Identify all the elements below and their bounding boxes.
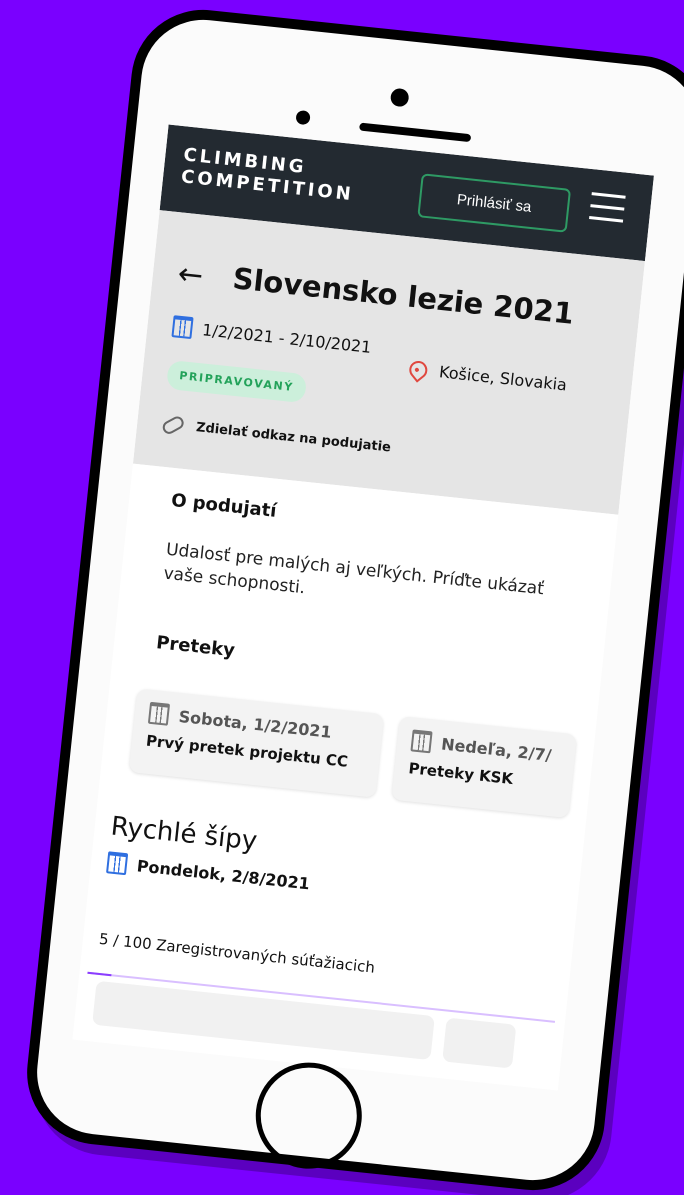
featured-race-date: Pondelok, 2/8/2021 [136,855,311,893]
link-icon [160,414,186,437]
event-title: Slovensko lezie 2021 [231,261,576,331]
phone-screen: CLIMBING COMPETITION Prihlásiť sa ← Slov… [72,124,654,1091]
phone-device: CLIMBING COMPETITION Prihlásiť sa ← Slov… [20,2,684,1195]
hamburger-line [591,192,626,199]
races-section-title: Preteky [155,632,236,662]
peek-card [92,980,435,1061]
location-pin-icon [405,356,432,383]
brand-logo-text: CLIMBING COMPETITION [180,144,355,206]
calendar-icon [106,851,129,876]
peek-card [442,1017,517,1069]
hamburger-menu-icon[interactable] [589,192,628,228]
status-badge: PRIPRAVOVANÝ [165,359,308,404]
featured-race-title: Rychlé šípy [109,811,259,857]
share-link-label[interactable]: Zdielať odkaz na podujatie [195,420,391,455]
about-text: Udalosť pre malých aj veľkých. Príďte uk… [162,539,545,600]
hamburger-line [590,204,625,211]
event-content: O podujatí Udalosť pre malých aj veľkých… [72,463,619,1091]
event-location: Košice, Slovakia [405,356,568,395]
event-date-range: 1/2/2021 - 2/10/2021 [201,319,373,357]
login-button[interactable]: Prihlásiť sa [417,173,572,233]
calendar-icon [147,701,171,726]
page-background: CLIMBING COMPETITION Prihlásiť sa ← Slov… [0,0,684,1195]
share-link[interactable]: Zdielať odkaz na podujatie [160,414,392,456]
front-camera [389,87,410,108]
back-arrow-icon[interactable]: ← [176,256,205,293]
race-date: Nedeľa, 2/7/ [440,734,553,765]
about-section-title: O podujatí [170,489,278,522]
sensor-dot [295,109,311,126]
home-button[interactable] [250,1057,368,1174]
featured-race-date-row: Pondelok, 2/8/2021 [106,851,311,894]
registration-progress-fill [87,971,111,977]
event-date-row: 1/2/2021 - 2/10/2021 [171,315,372,358]
hamburger-line [589,216,624,223]
earpiece-speaker [359,122,472,143]
race-card-first[interactable]: Sobota, 1/2/2021 Prvý pretek projektu CC [128,688,385,798]
race-card-second[interactable]: Nedeľa, 2/7/ Preteky KSK [391,715,578,819]
calendar-icon [171,315,194,340]
calendar-icon [410,729,433,754]
event-location-text: Košice, Slovakia [438,362,568,395]
race-date: Sobota, 1/2/2021 [177,706,333,742]
event-header: ← Slovensko lezie 2021 1/2/2021 - 2/10/2… [132,210,645,515]
registered-count: 5 / 100 Zaregistrovaných súťažiacich [98,929,376,977]
